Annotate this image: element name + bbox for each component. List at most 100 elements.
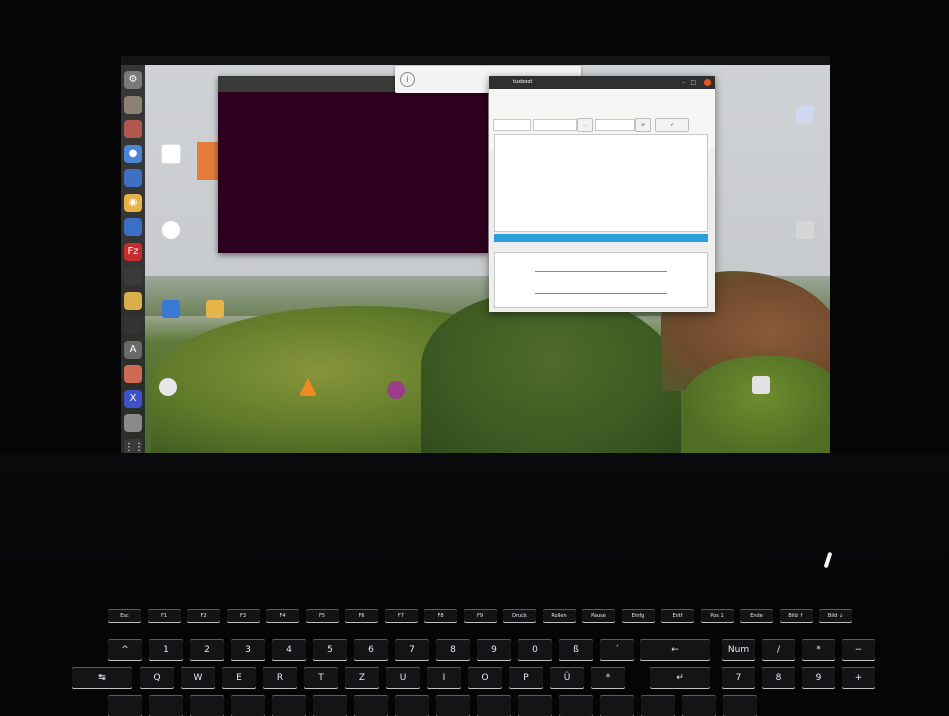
refresh-button[interactable]: ⟳	[635, 118, 651, 132]
folder-icon[interactable]	[124, 120, 142, 138]
keyboard: Esc F1 F2 F3 F4 F5 F6 F7 F8 F9 Druck Rollen Pause Ein…	[0, 598, 949, 716]
number-key: 2	[190, 640, 224, 660]
number-key: 0	[518, 640, 552, 660]
terminal-icon-glyph	[124, 316, 142, 334]
lower-key	[354, 696, 388, 716]
lower-key	[641, 696, 675, 716]
trash-icon	[752, 376, 770, 394]
iso-path-field[interactable]	[595, 119, 635, 131]
software-icon-glyph: A	[129, 343, 137, 355]
desktop-icon-document[interactable]	[378, 381, 414, 400]
drive-icon[interactable]	[124, 414, 142, 432]
numpad-key: Num	[722, 640, 755, 660]
show-applications-icon[interactable]: ⋮⋮	[124, 438, 144, 453]
progress-bar	[494, 234, 708, 242]
number-key: 8	[436, 640, 470, 660]
rhythmbox-icon-glyph: ◉	[128, 196, 138, 208]
fn-key: Entf	[661, 610, 694, 622]
tuxboot-title: tuxboot	[513, 79, 533, 85]
letter-key: Ü	[550, 668, 584, 688]
lower-key	[559, 696, 593, 716]
lower-key	[190, 696, 224, 716]
fn-key: Bild ↓	[819, 610, 852, 622]
fn-key: Einfg	[621, 610, 655, 622]
desktop-icon-chrome[interactable]	[153, 221, 189, 240]
status-panel	[494, 252, 708, 308]
fn-key: F3	[226, 610, 260, 622]
number-key: 6	[354, 640, 388, 660]
numpad-key: *	[802, 640, 835, 660]
number-key: ß	[559, 640, 593, 660]
filezilla-icon[interactable]: Fz	[124, 242, 142, 261]
settings-icon[interactable]: ⚙	[124, 71, 142, 89]
number-key: 7	[395, 640, 429, 660]
desktop-icon-pdf[interactable]	[787, 106, 823, 125]
usb-icon[interactable]	[124, 267, 142, 285]
lower-key	[272, 696, 306, 716]
drive-icon-glyph	[124, 414, 142, 432]
log-panel	[494, 134, 708, 232]
maximize-icon[interactable]: □	[690, 76, 696, 89]
desktop-icon-trash[interactable]	[743, 376, 779, 395]
browse-button[interactable]: …	[577, 118, 593, 132]
number-key: 4	[272, 640, 306, 660]
fn-key: Druck	[503, 610, 536, 622]
thunderbird-icon[interactable]	[124, 169, 142, 187]
minimize-icon[interactable]: –	[682, 76, 685, 89]
chrome-icon[interactable]: ●	[124, 144, 142, 163]
letter-key: U	[386, 668, 420, 688]
separator	[535, 271, 667, 272]
writer-icon[interactable]	[124, 218, 142, 236]
lower-key	[149, 696, 183, 716]
desktop-icon-app[interactable]	[153, 144, 189, 165]
disks-icon-glyph	[124, 365, 142, 383]
pdf-icon	[796, 106, 814, 124]
letter-key: I	[427, 668, 461, 688]
separator	[535, 293, 667, 294]
letter-key: T	[304, 668, 338, 688]
numpad-key: 9	[802, 668, 835, 688]
filezilla-icon-glyph: Fz	[127, 245, 139, 257]
terminal-icon[interactable]	[124, 316, 142, 334]
info-icon: i	[400, 72, 415, 87]
desktop-icon-360[interactable]	[150, 378, 186, 397]
folder-icon	[796, 221, 814, 239]
fn-key: Pause	[582, 610, 615, 622]
terminal-window[interactable]	[218, 76, 488, 253]
dock: ⚙ ● ◉ Fz A X ⋮⋮	[121, 65, 145, 453]
fn-key: F7	[384, 610, 418, 622]
usb-icon-glyph	[124, 267, 142, 285]
lower-key	[682, 696, 716, 716]
desktop-icon-vlc[interactable]	[290, 378, 326, 397]
fn-key: F6	[345, 610, 378, 622]
numpad-key: 7	[722, 668, 755, 688]
desktop-icon-folder-right[interactable]	[787, 221, 823, 240]
version-select[interactable]	[533, 119, 577, 131]
close-icon[interactable]	[704, 79, 711, 86]
numpad-key: /	[762, 640, 795, 660]
xmind-icon-glyph: X	[129, 392, 137, 404]
xmind-icon[interactable]: X	[124, 389, 142, 408]
files-icon-glyph	[124, 96, 142, 114]
fn-key: F2	[187, 610, 220, 622]
desktop-icon-paint[interactable]	[197, 300, 233, 319]
enter-key: ↵	[650, 668, 710, 688]
files-icon[interactable]	[124, 95, 142, 114]
software-icon[interactable]: A	[124, 340, 142, 359]
thunderbird-icon-glyph	[124, 169, 142, 187]
desktop-icon-shortcut[interactable]	[153, 300, 189, 319]
show-applications-icon-glyph: ⋮⋮	[124, 441, 144, 453]
letter-key: P	[509, 668, 543, 688]
distro-select[interactable]	[493, 119, 531, 131]
image-viewer-icon[interactable]	[124, 291, 142, 310]
lower-key	[518, 696, 552, 716]
tuxboot-window[interactable]: tuxboot – □ … ⟳ ✔	[489, 76, 715, 312]
rhythmbox-icon[interactable]: ◉	[124, 193, 142, 212]
ok-button[interactable]: ✔	[655, 118, 689, 132]
fn-key: Ende	[740, 610, 773, 622]
tuxboot-title-bar[interactable]: tuxboot – □	[489, 76, 715, 89]
folder-icon-glyph	[124, 120, 142, 138]
disks-icon[interactable]	[124, 365, 142, 383]
lower-key	[436, 696, 470, 716]
letter-key: Q	[140, 668, 174, 688]
